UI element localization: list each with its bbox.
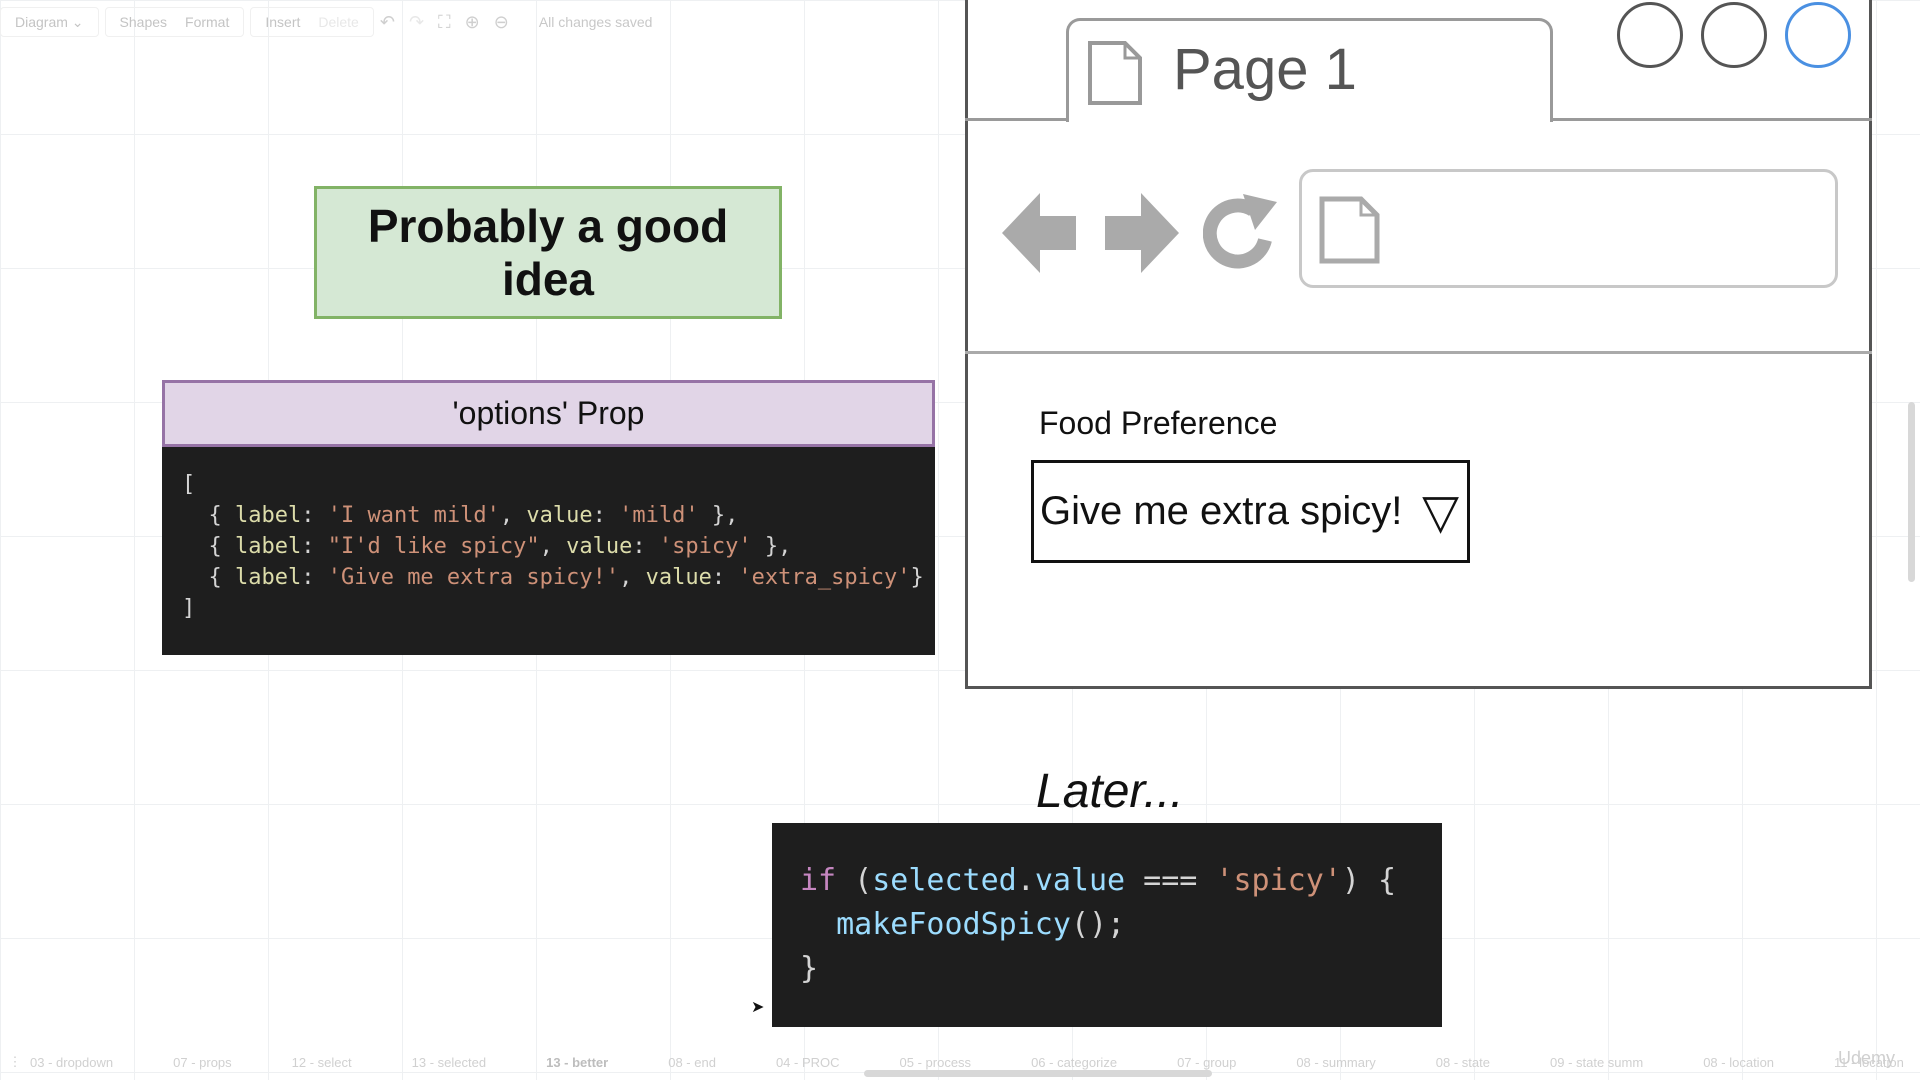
udemy-watermark: Udemy: [1838, 1048, 1896, 1068]
idea-box-text: Probably a good idea: [367, 199, 729, 305]
mouse-cursor-icon: ➤: [751, 999, 765, 1016]
options-prop-title: 'options' Prop: [452, 395, 645, 431]
tab-baseline-left: [965, 118, 1069, 121]
page-tab[interactable]: 07 - group: [1177, 1055, 1236, 1070]
horizontal-scrollbar[interactable]: [864, 1070, 1212, 1077]
undo-icon[interactable]: ↶: [380, 12, 395, 33]
fullscreen-icon[interactable]: ⛶: [438, 12, 451, 33]
code-row: { label: "I'd like spicy", value: 'spicy…: [182, 534, 792, 559]
later-code-block[interactable]: if (selected.value === 'spicy') { makeFo…: [772, 823, 1442, 1027]
panels-group: Shapes Format: [104, 7, 245, 37]
delete-button[interactable]: Delete: [318, 14, 358, 30]
dropdown-triangle-icon: ▽: [1422, 485, 1459, 539]
browser-content-separator: [965, 351, 1872, 354]
code-row: { label: 'I want mild', value: 'mild' },: [182, 503, 739, 528]
code-line-3: }: [800, 951, 819, 986]
code-line-2: makeFoodSpicy();: [836, 907, 1126, 942]
shapes-button[interactable]: Shapes: [120, 14, 167, 30]
page-tab[interactable]: 05 - process: [900, 1055, 972, 1070]
code-open-bracket: [: [182, 472, 196, 497]
pages-menu-icon[interactable]: ⋮: [0, 1054, 30, 1070]
page-tab[interactable]: 07 - props: [173, 1055, 232, 1070]
page-tab[interactable]: 06 - categorize: [1031, 1055, 1117, 1070]
later-heading: Later...: [1036, 765, 1184, 818]
select-value: Give me extra spicy!: [1040, 489, 1403, 533]
diagram-menu-label[interactable]: Diagram ⌄: [15, 14, 84, 31]
vertical-scrollbar[interactable]: [1908, 402, 1915, 582]
insert-button[interactable]: Insert: [265, 14, 300, 30]
tab-title: Page 1: [1173, 37, 1357, 102]
options-code-block[interactable]: [ { label: 'I want mild', value: 'mild' …: [162, 447, 935, 655]
page-tab[interactable]: 12 - select: [292, 1055, 352, 1070]
page-tab[interactable]: 08 - location: [1703, 1055, 1774, 1070]
idea-box[interactable]: Probably a good idea: [314, 186, 782, 319]
code-line-1: if (selected.value === 'spicy') {: [800, 863, 1397, 898]
window-circle-3[interactable]: [1785, 2, 1851, 68]
food-preference-select[interactable]: Give me extra spicy! ▽: [1031, 460, 1470, 563]
page-tab[interactable]: 08 - end: [668, 1055, 716, 1070]
redo-icon[interactable]: ↷: [409, 12, 424, 33]
toolbar: Diagram ⌄ Shapes Format Insert Delete ↶ …: [0, 0, 960, 44]
options-prop-header[interactable]: 'options' Prop: [162, 380, 935, 447]
forward-arrow-icon[interactable]: [1101, 190, 1181, 276]
back-arrow-icon[interactable]: [1000, 190, 1080, 276]
food-preference-label: Food Preference: [1039, 405, 1278, 441]
code-row: { label: 'Give me extra spicy!', value: …: [182, 565, 924, 590]
window-circle-1[interactable]: [1617, 2, 1683, 68]
save-status: All changes saved: [538, 14, 653, 30]
zoom-in-icon[interactable]: ⊕: [465, 12, 480, 33]
zoom-out-icon[interactable]: ⊖: [494, 12, 509, 33]
tab-baseline-right: [1550, 118, 1872, 121]
page-tab[interactable]: 09 - state summ: [1550, 1055, 1643, 1070]
edit-group: Insert Delete: [250, 7, 374, 37]
reload-icon[interactable]: [1203, 192, 1279, 272]
page-icon: [1088, 41, 1142, 105]
page-tab[interactable]: 13 - selected: [412, 1055, 486, 1070]
page-tab[interactable]: 03 - dropdown: [30, 1055, 113, 1070]
diagram-menu[interactable]: Diagram ⌄: [0, 7, 99, 37]
page-tab[interactable]: 04 - PROC: [776, 1055, 840, 1070]
page-tab-active[interactable]: 13 - better: [546, 1055, 608, 1070]
window-circle-2[interactable]: [1701, 2, 1767, 68]
url-page-icon: [1319, 196, 1380, 264]
code-close-bracket: ]: [182, 596, 196, 621]
page-tab[interactable]: 08 - state: [1436, 1055, 1490, 1070]
page-tab[interactable]: 08 - summary: [1296, 1055, 1375, 1070]
format-button[interactable]: Format: [185, 14, 229, 30]
